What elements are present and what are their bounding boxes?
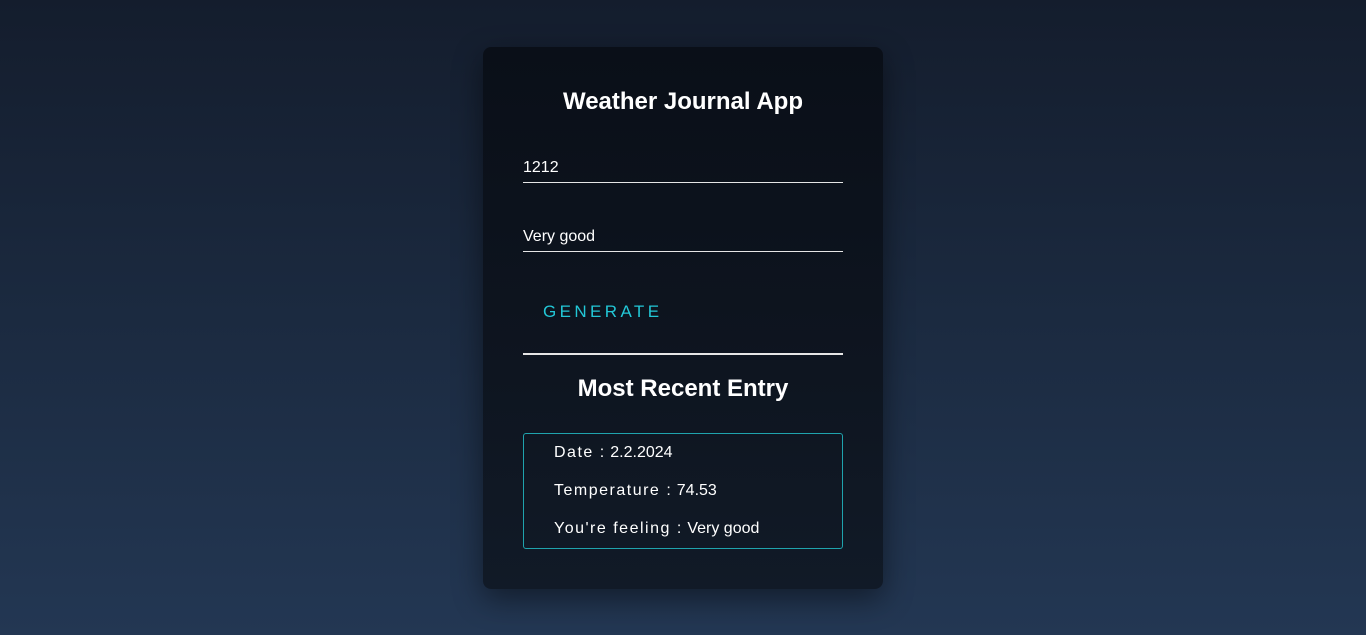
app-title: Weather Journal App [562, 88, 804, 115]
entry-date-row: Date:2.2.2024 [554, 443, 673, 463]
entry-feeling-row: You're feeling: Very good [554, 519, 759, 539]
entry-date-value: 2.2.2024 [610, 444, 673, 461]
entry-feeling-label: You're feeling [554, 520, 671, 537]
entry-feeling-value: Very good [687, 520, 760, 537]
entry-date-separator: : [599, 444, 605, 461]
journal-card: Weather Journal App GENERATE Most Recent… [483, 47, 883, 589]
entry-date-label: Date [554, 444, 594, 461]
entry-temp-value: 74.53 [676, 482, 717, 499]
recent-entry-box: Date:2.2.2024 Temperature:74.53 You're f… [523, 433, 843, 549]
recent-entry-heading: Most Recent Entry [577, 375, 789, 402]
entry-temp-label: Temperature [554, 482, 661, 499]
section-divider [523, 353, 843, 355]
zip-input[interactable] [523, 153, 843, 183]
entry-feeling-separator: : [676, 520, 682, 537]
entry-temp-separator: : [666, 482, 671, 499]
feelings-input[interactable] [523, 222, 843, 252]
entry-temp-row: Temperature:74.53 [554, 481, 717, 501]
generate-button[interactable]: GENERATE [523, 295, 683, 329]
